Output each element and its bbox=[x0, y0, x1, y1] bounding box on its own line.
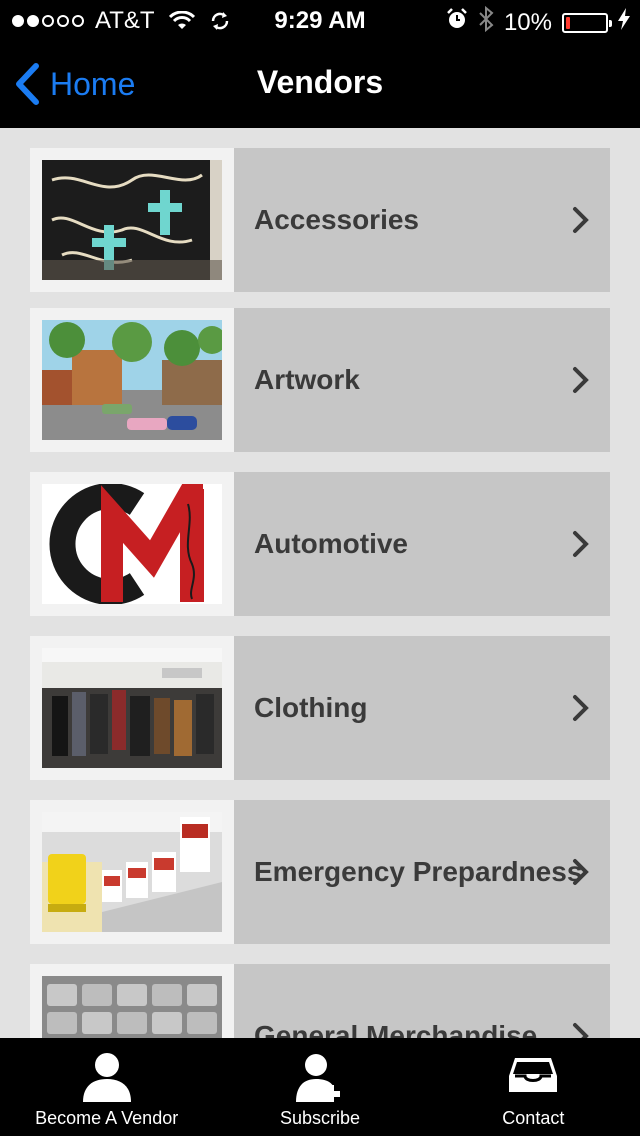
vendor-label-area: Emergency Prepardness bbox=[234, 800, 610, 944]
vendor-label: General Merchandise bbox=[254, 1020, 538, 1038]
tab-label: Subscribe bbox=[279, 1108, 361, 1128]
vendor-row-automotive[interactable]: Automotive bbox=[30, 472, 610, 616]
add-person-icon bbox=[295, 1054, 340, 1102]
person-icon bbox=[82, 1053, 131, 1102]
navigation-bar: Home Vendors bbox=[0, 40, 640, 128]
vendor-thumbnail-frame bbox=[30, 308, 234, 452]
vendor-label: Clothing bbox=[254, 692, 368, 723]
emergency-prepardness-image bbox=[42, 812, 222, 932]
vendor-label: Automotive bbox=[254, 528, 408, 559]
vendor-row-general-merchandise[interactable]: General Merchandise bbox=[30, 964, 610, 1038]
chevron-right-icon bbox=[573, 695, 589, 721]
general-merchandise-image bbox=[42, 976, 222, 1038]
vendor-row-accessories[interactable]: Accessories bbox=[30, 148, 610, 292]
vendor-label-area: Automotive bbox=[234, 472, 610, 616]
vendor-thumbnail-frame bbox=[30, 964, 234, 1038]
chevron-right-icon bbox=[573, 531, 589, 557]
tab-label: Contact bbox=[502, 1108, 565, 1128]
artwork-image bbox=[42, 320, 222, 440]
vendor-row-emergency-prepardness[interactable]: Emergency Prepardness bbox=[30, 800, 610, 944]
vendor-label: Emergency Prepardness bbox=[254, 856, 583, 887]
page-title: Vendors bbox=[256, 64, 384, 100]
charging-icon bbox=[618, 8, 630, 37]
battery-percent: 10% bbox=[503, 8, 552, 36]
vendor-label-area: Artwork bbox=[234, 308, 610, 452]
vendor-row-clothing[interactable]: Clothing bbox=[30, 636, 610, 780]
tab-become-a-vendor[interactable]: Become A Vendor bbox=[0, 1038, 213, 1136]
vendor-label: Artwork bbox=[254, 364, 360, 395]
bluetooth-icon bbox=[478, 5, 494, 39]
tab-subscribe[interactable]: Subscribe bbox=[213, 1038, 426, 1136]
chevron-right-icon bbox=[573, 859, 589, 885]
vendor-label-area: General Merchandise bbox=[234, 964, 610, 1038]
chevron-right-icon bbox=[573, 1023, 589, 1038]
vendor-thumbnail-frame bbox=[30, 472, 234, 616]
status-bar: AT&T 9:29 AM 10% bbox=[0, 0, 640, 40]
tab-label: Become A Vendor bbox=[35, 1108, 179, 1128]
vendor-thumbnail-frame bbox=[30, 148, 234, 292]
alarm-icon bbox=[446, 8, 468, 37]
vendor-label-area: Accessories bbox=[234, 148, 610, 292]
vendor-label-area: Clothing bbox=[234, 636, 610, 780]
chevron-right-icon bbox=[573, 207, 589, 233]
inbox-icon bbox=[509, 1058, 558, 1092]
chevron-right-icon bbox=[573, 367, 589, 393]
clothing-image bbox=[42, 648, 222, 768]
vendor-row-artwork[interactable]: Artwork bbox=[30, 308, 610, 452]
vendor-label: Accessories bbox=[254, 204, 420, 235]
accessories-image bbox=[42, 160, 222, 280]
automotive-logo-image bbox=[42, 484, 222, 604]
vendor-thumbnail-frame bbox=[30, 636, 234, 780]
tab-contact[interactable]: Contact bbox=[427, 1038, 640, 1136]
battery-icon bbox=[562, 12, 612, 33]
vendor-list[interactable]: Accessories Artwork Automotive Clothing … bbox=[0, 128, 640, 1038]
tab-bar: Become A Vendor Subscribe Contact bbox=[0, 1038, 640, 1136]
vendor-thumbnail-frame bbox=[30, 800, 234, 944]
